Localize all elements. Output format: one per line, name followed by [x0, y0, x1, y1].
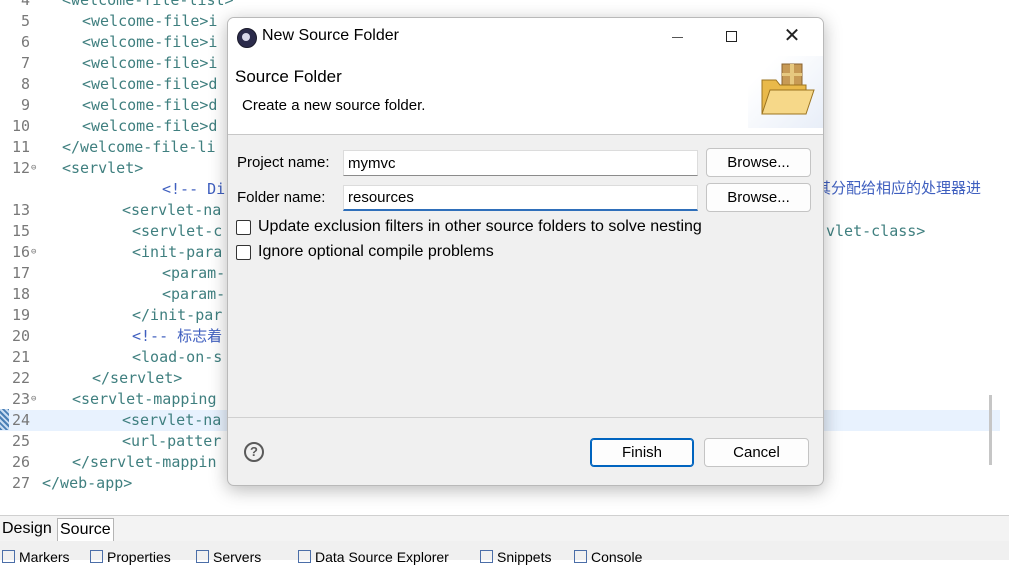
data-source-icon	[298, 550, 311, 563]
maximize-button[interactable]	[710, 18, 756, 56]
code-text: <!-- 标志着	[132, 327, 223, 345]
code-text: <param-	[162, 285, 226, 303]
code-text: <url-patter	[122, 432, 222, 450]
project-browse-button[interactable]: Browse...	[706, 148, 811, 177]
fold-toggle-icon[interactable]: ⊖	[31, 242, 36, 263]
console-icon	[574, 550, 587, 563]
cancel-button[interactable]: Cancel	[704, 438, 809, 467]
line-number: 21	[11, 348, 30, 366]
code-text: <welcome-file>i	[82, 12, 218, 30]
update-exclusion-filters-checkbox[interactable]	[236, 220, 251, 235]
ignore-compile-problems-label: Ignore optional compile problems	[258, 243, 494, 260]
vertical-scrollbar[interactable]	[989, 395, 992, 465]
code-text: </welcome-file-li	[62, 138, 216, 156]
source-folder-icon	[761, 63, 815, 115]
new-source-folder-dialog: New Source Folder ✕ Source Folder Create…	[227, 17, 824, 486]
code-text: <welcome-file>d	[82, 96, 218, 114]
code-text: <welcome-file>i	[82, 54, 218, 72]
minimize-button[interactable]	[654, 18, 700, 56]
close-icon: ✕	[783, 25, 801, 47]
code-text: <load-on-s	[132, 348, 223, 366]
line-number: 18	[11, 285, 30, 303]
folder-name-field[interactable]	[343, 185, 698, 211]
line-number: 12	[11, 159, 30, 177]
line-number: 16	[11, 243, 30, 261]
view-tab-properties[interactable]: Properties	[90, 549, 171, 565]
project-name-label: Project name:	[237, 154, 330, 171]
eclipse-icon	[237, 28, 257, 48]
code-text: </init-par	[132, 306, 223, 324]
code-text: </servlet-mappin	[72, 453, 217, 471]
properties-icon	[90, 550, 103, 563]
tag-overflow-text: vlet-class>	[826, 222, 926, 240]
tab-source[interactable]: Source	[57, 518, 114, 541]
line-number: 6	[20, 33, 30, 51]
views-bar: Markers Properties Servers Data Source E…	[0, 541, 1009, 565]
code-text: <welcome-file>d	[82, 75, 218, 93]
comment-overflow-text: 其分配给相应的处理器进	[816, 179, 982, 197]
header-description: Create a new source folder.	[242, 97, 426, 114]
line-number: 19	[11, 306, 30, 324]
view-tab-data-source-explorer[interactable]: Data Source Explorer	[298, 549, 449, 565]
code-text: <init-para	[132, 243, 223, 261]
line-number: 9	[20, 96, 30, 114]
fold-toggle-icon[interactable]: ⊖	[31, 158, 36, 179]
tab-design[interactable]: Design	[0, 518, 54, 540]
folder-name-label: Folder name:	[237, 189, 326, 206]
line-number: 25	[11, 432, 30, 450]
code-text: <servlet-na	[122, 201, 222, 219]
folder-browse-button[interactable]: Browse...	[706, 183, 811, 212]
line-number: 26	[11, 453, 30, 471]
update-exclusion-filters-label: Update exclusion filters in other source…	[258, 218, 702, 235]
line-number: 15	[11, 222, 30, 240]
line-number: 8	[20, 75, 30, 93]
help-icon[interactable]: ?	[244, 442, 264, 462]
header-title: Source Folder	[235, 67, 342, 86]
wizard-header: Source Folder Create a new source folder…	[228, 56, 823, 135]
snippets-icon	[480, 550, 493, 563]
view-tab-snippets[interactable]: Snippets	[480, 549, 551, 565]
code-text: <welcome-file>i	[82, 33, 218, 51]
line-number: 7	[20, 54, 30, 72]
project-name-field[interactable]	[343, 150, 698, 176]
code-text: </servlet>	[92, 369, 183, 387]
line-number: 5	[20, 12, 30, 30]
code-text: <!-- Di	[162, 180, 226, 198]
footer-divider	[228, 417, 823, 418]
current-line-marker	[0, 409, 9, 430]
fold-toggle-icon[interactable]: ⊖	[31, 389, 36, 410]
dialog-title: New Source Folder	[262, 27, 399, 44]
code-text: <servlet-na	[122, 411, 222, 429]
view-tab-markers[interactable]: Markers	[2, 549, 70, 565]
line-number: 27	[11, 474, 30, 492]
view-tab-servers[interactable]: Servers	[196, 549, 261, 565]
code-text: <welcome-file-list>	[62, 0, 234, 9]
editor-mode-tabs: Design Source	[0, 515, 1009, 541]
code-text: <servlet-c	[132, 222, 223, 240]
line-number: 13	[11, 201, 30, 219]
view-tab-console[interactable]: Console	[574, 549, 642, 565]
line-number: 23	[11, 390, 30, 408]
markers-icon	[2, 550, 15, 563]
line-number: 17	[11, 264, 30, 282]
line-number: 11	[11, 138, 30, 156]
finish-button[interactable]: Finish	[590, 438, 694, 467]
code-text: </web-app>	[42, 474, 133, 492]
servers-icon	[196, 550, 209, 563]
dialog-titlebar[interactable]: New Source Folder ✕	[228, 18, 823, 56]
code-text: <welcome-file>d	[82, 117, 218, 135]
code-text: <servlet>	[62, 159, 144, 177]
code-text: <servlet-mapping	[72, 390, 217, 408]
line-number: 22	[11, 369, 30, 387]
line-number: 10	[11, 117, 30, 135]
line-number: 4	[20, 0, 30, 9]
code-line[interactable]: 4 <welcome-file-list>	[0, 0, 1000, 11]
close-button[interactable]: ✕	[769, 18, 815, 56]
ignore-compile-problems-checkbox[interactable]	[236, 245, 251, 260]
line-number: 20	[11, 327, 30, 345]
code-text: <param-	[162, 264, 226, 282]
